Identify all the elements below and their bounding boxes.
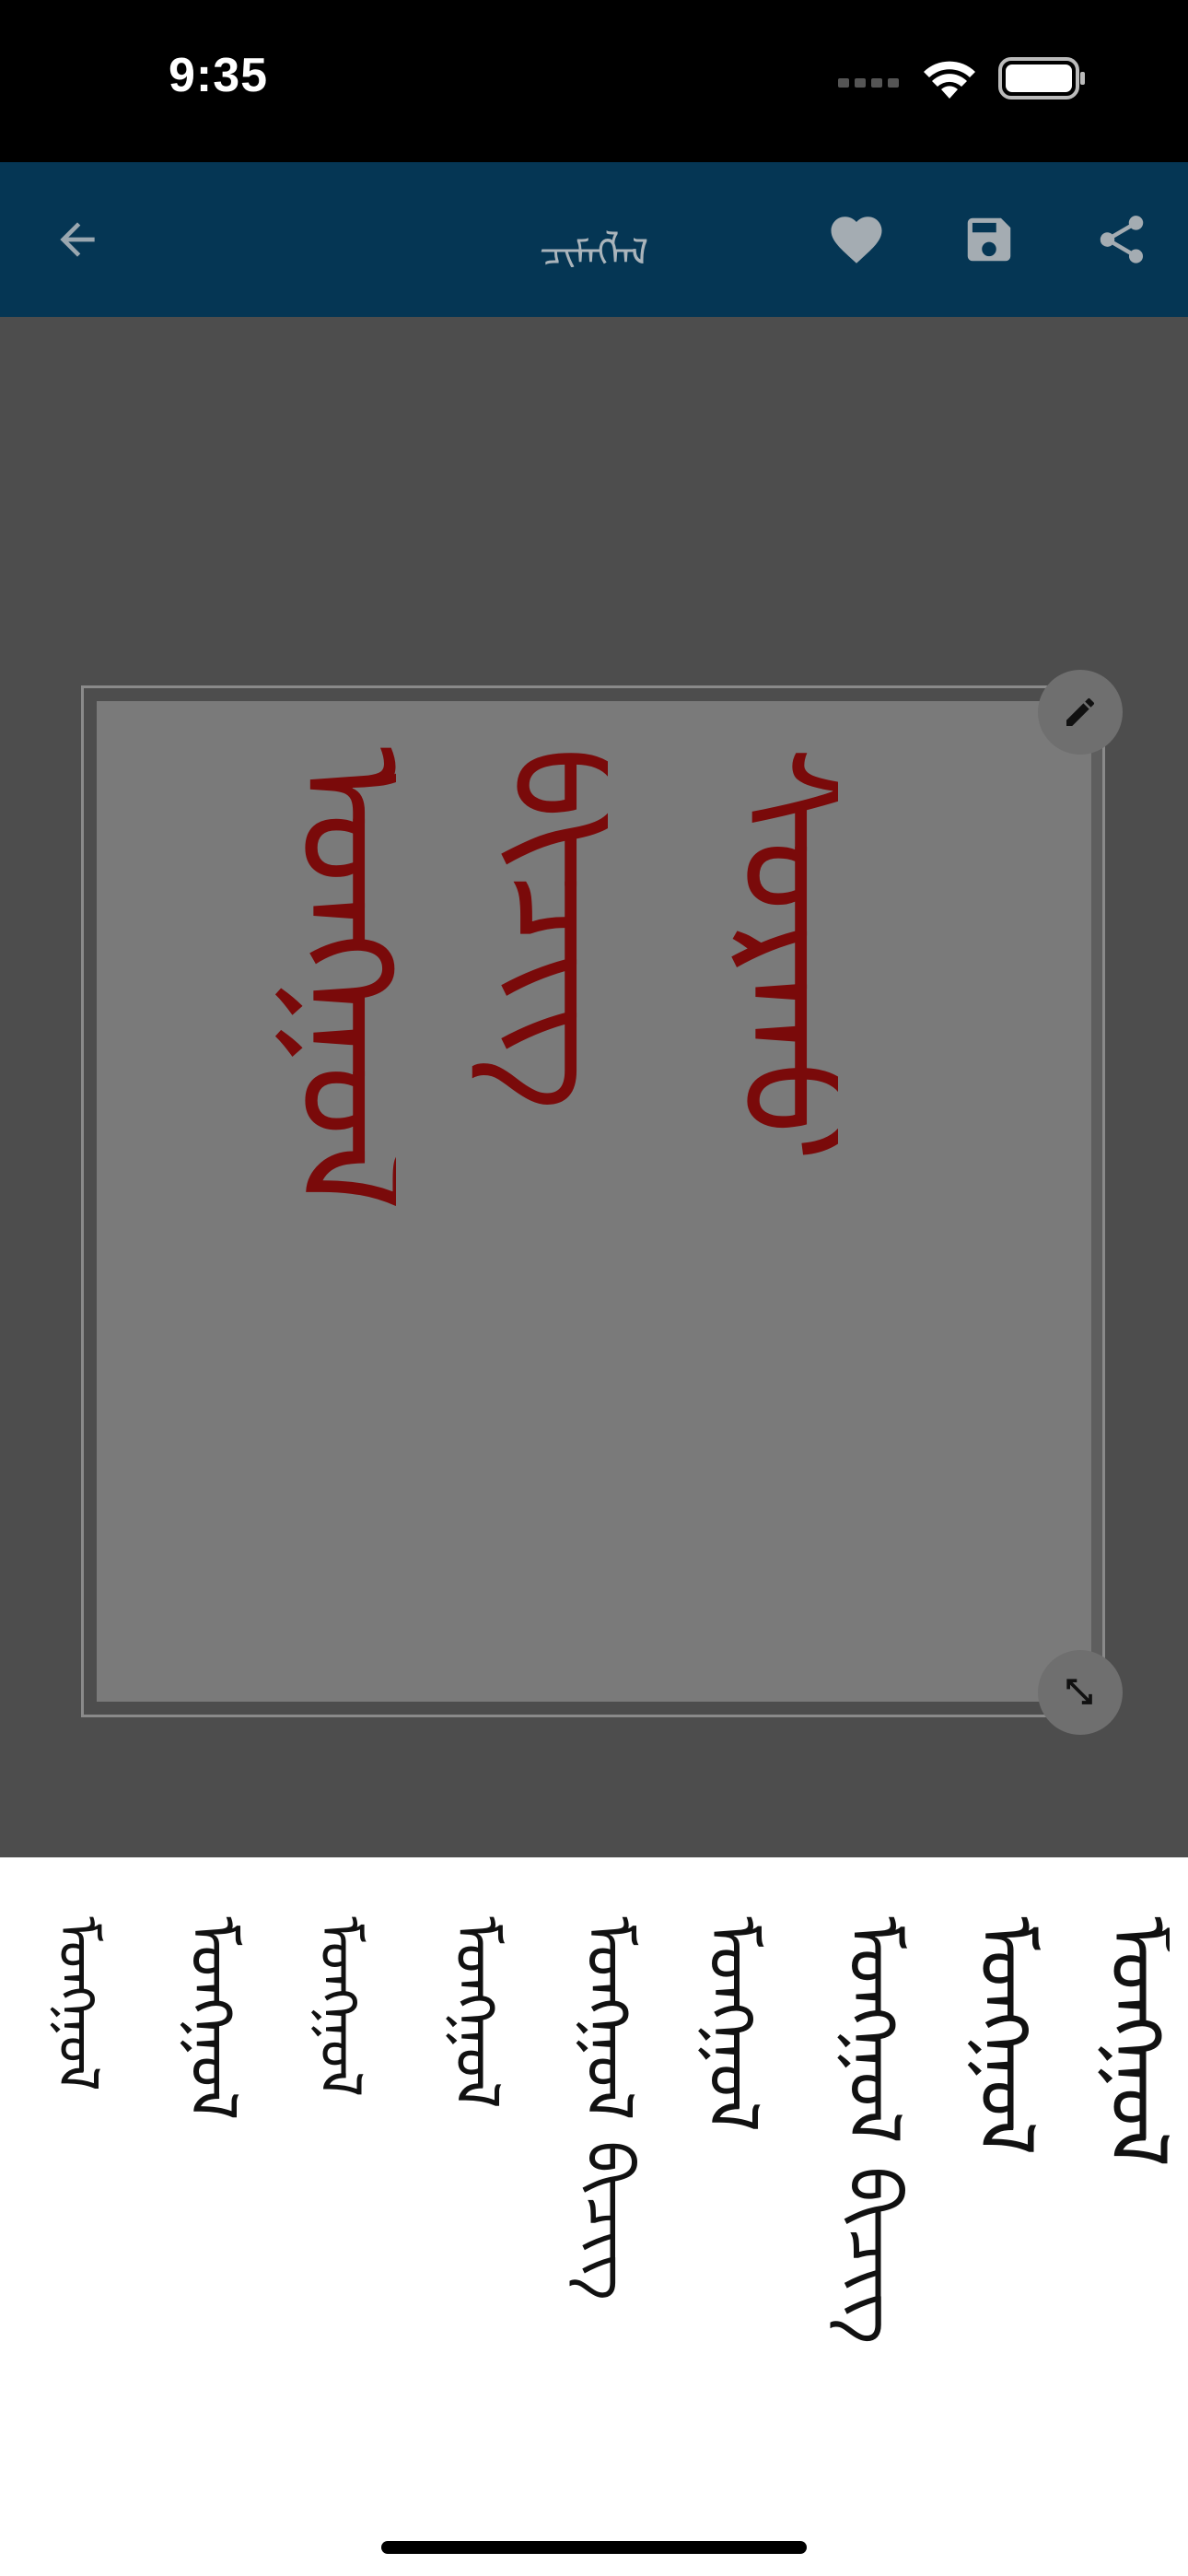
share-icon	[1100, 216, 1144, 263]
resize-handle[interactable]	[1038, 1650, 1123, 1735]
save-button[interactable]	[952, 203, 1026, 276]
font-option[interactable]: ᠮᠣᠩᠭᠣᠯ ᠪᠢᠴᠢᠭ	[29, 1916, 122, 2230]
status-icons	[838, 57, 1087, 100]
canvas-text-line-3: ᠰᠤᠷᠬᠤ	[706, 746, 838, 1162]
status-bar: 9:35	[0, 0, 1188, 162]
pencil-icon	[1066, 697, 1095, 726]
app-bar: ᠴᠢᠮᠡᠭᠯᠡᠯ	[0, 162, 1188, 317]
battery-icon	[998, 57, 1085, 100]
app-title: ᠴᠢᠮᠡᠭᠯᠡᠯ	[539, 232, 649, 267]
share-button[interactable]	[1085, 203, 1159, 276]
canvas-text-line-1: ᠮᠣᠩᠭᠣᠯ	[264, 746, 396, 1213]
favorite-button[interactable]	[820, 203, 893, 276]
home-indicator[interactable]	[381, 2541, 807, 2554]
save-icon	[967, 217, 1011, 262]
back-button[interactable]	[41, 203, 114, 276]
font-option[interactable]: ᠮᠣᠩᠭᠣᠯ ᠪᠢᠴᠢᠭ	[1068, 1916, 1170, 2303]
edit-handle[interactable]	[1038, 670, 1123, 755]
font-option[interactable]: ᠮᠣᠩᠭᠣᠯ ᠪᠢᠴᠢᠭ	[290, 1916, 382, 2239]
heart-icon	[831, 217, 882, 263]
back-arrow-icon	[60, 222, 95, 257]
wifi-icon	[924, 61, 975, 99]
resize-diagonal-icon	[1066, 1679, 1092, 1704]
font-option[interactable]: ᠮᠣᠩᠭᠣᠯ ᠪᠢᠴᠢᠭ	[424, 1916, 516, 2266]
font-option[interactable]: ᠮᠣᠩᠭᠣᠯ ᠪᠢᠴᠢᠭ	[157, 1916, 258, 2276]
font-option[interactable]: ᠮᠣᠩᠭᠣᠯ ᠪᠢᠴᠢᠭ	[810, 1916, 912, 2469]
cellular-signal-icon	[838, 78, 899, 88]
canvas-text-line-2: ᠪᠢᠴᠢᠭ	[476, 746, 608, 1112]
font-option[interactable]: ᠮᠣᠩᠭᠣᠯ ᠪᠢᠴᠢᠭ	[553, 1916, 645, 2313]
font-option[interactable]: ᠮᠣᠩᠭᠣᠯ ᠪᠢᠴᠢᠭ	[672, 1916, 764, 2248]
status-time: 9:35	[169, 49, 269, 102]
font-option[interactable]: ᠮᠣᠩᠭᠣᠯ ᠪᠢᠴᠢᠭ	[939, 1916, 1041, 2211]
